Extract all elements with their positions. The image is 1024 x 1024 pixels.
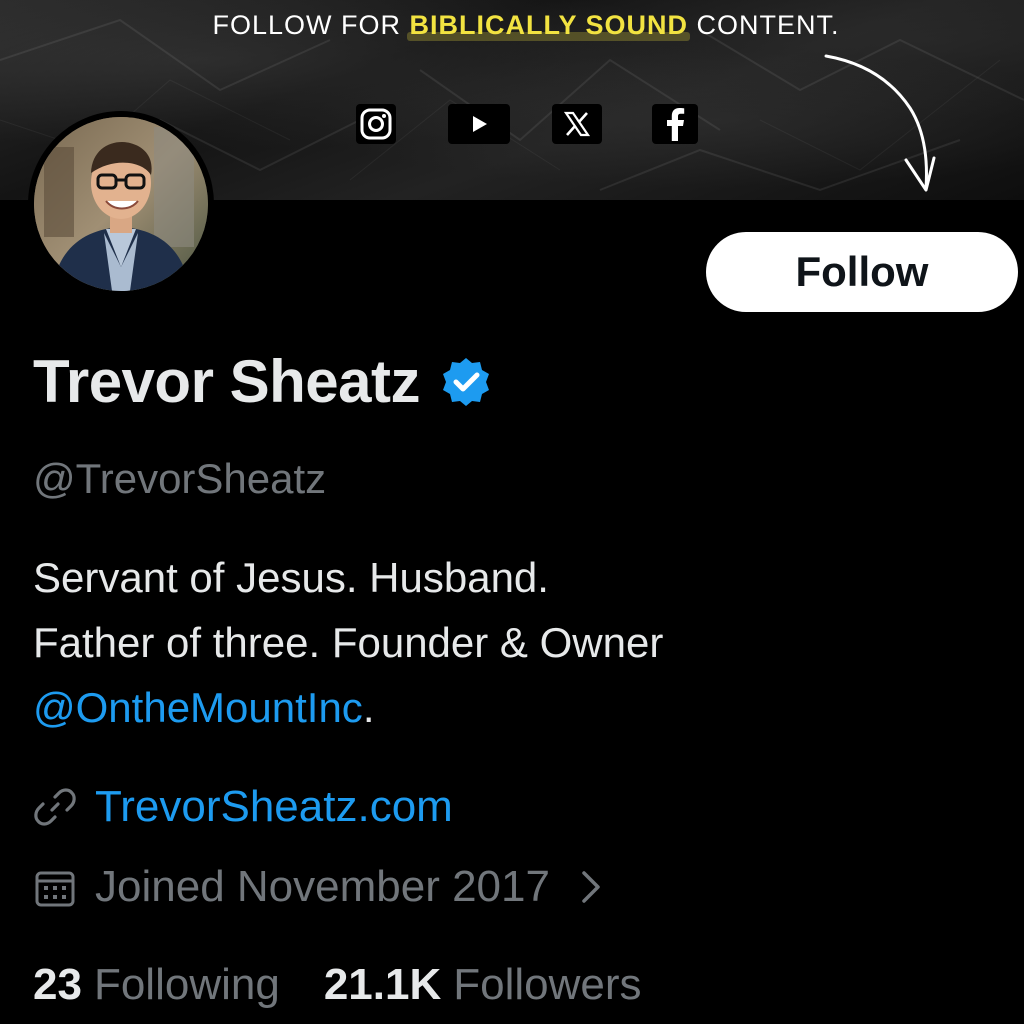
user-handle: @TrevorSheatz	[33, 455, 327, 502]
arrow-icon	[824, 54, 936, 192]
bio-line: @OntheMountInc.	[33, 675, 663, 740]
name-row: Trevor Sheatz	[33, 347, 492, 416]
joined-date: Joined November 2017	[95, 862, 550, 911]
followers-count: 21.1K	[323, 960, 442, 1009]
avatar-photo	[34, 117, 208, 291]
profile-page: FOLLOW FOR BIBLICALLY SOUND CONTENT. Fol…	[0, 0, 1024, 1024]
instagram-icon[interactable]	[356, 104, 396, 144]
bio: Servant of Jesus. Husband. Father of thr…	[33, 545, 663, 740]
following-label: Following	[93, 960, 280, 1009]
website-row: TrevorSheatz.com	[33, 782, 453, 832]
link-icon	[34, 788, 76, 826]
banner-tagline: FOLLOW FOR BIBLICALLY SOUND CONTENT.	[0, 10, 1024, 41]
facebook-icon[interactable]	[652, 104, 698, 144]
chevron-right-icon[interactable]	[580, 869, 602, 905]
follow-button[interactable]: Follow	[706, 232, 1018, 312]
bio-mention-link[interactable]: @OntheMountInc	[33, 684, 363, 731]
joined-row[interactable]: Joined November 2017	[33, 862, 602, 912]
bio-period: .	[362, 684, 375, 731]
tagline-suffix: CONTENT.	[688, 10, 840, 40]
bio-line: Father of three. Founder & Owner	[33, 619, 664, 666]
youtube-icon[interactable]	[448, 104, 510, 144]
followers-label: Followers	[453, 960, 642, 1009]
website-link[interactable]: TrevorSheatz.com	[95, 782, 453, 832]
social-icons-row	[356, 104, 698, 144]
display-name: Trevor Sheatz	[33, 348, 421, 415]
tagline-highlight: BIBLICALLY SOUND	[407, 10, 690, 41]
verified-badge-icon[interactable]	[440, 356, 492, 408]
following-count: 23	[33, 960, 82, 1009]
follow-stats: 23 Following 21.1K Followers	[33, 960, 642, 1010]
tagline-prefix: FOLLOW FOR	[212, 10, 410, 40]
followers-stat[interactable]: 21.1K Followers	[324, 960, 642, 1010]
following-stat[interactable]: 23 Following	[33, 960, 280, 1010]
calendar-icon	[35, 871, 75, 907]
avatar[interactable]	[28, 111, 214, 297]
x-icon[interactable]	[552, 104, 602, 144]
bio-line: Servant of Jesus. Husband.	[33, 554, 549, 601]
